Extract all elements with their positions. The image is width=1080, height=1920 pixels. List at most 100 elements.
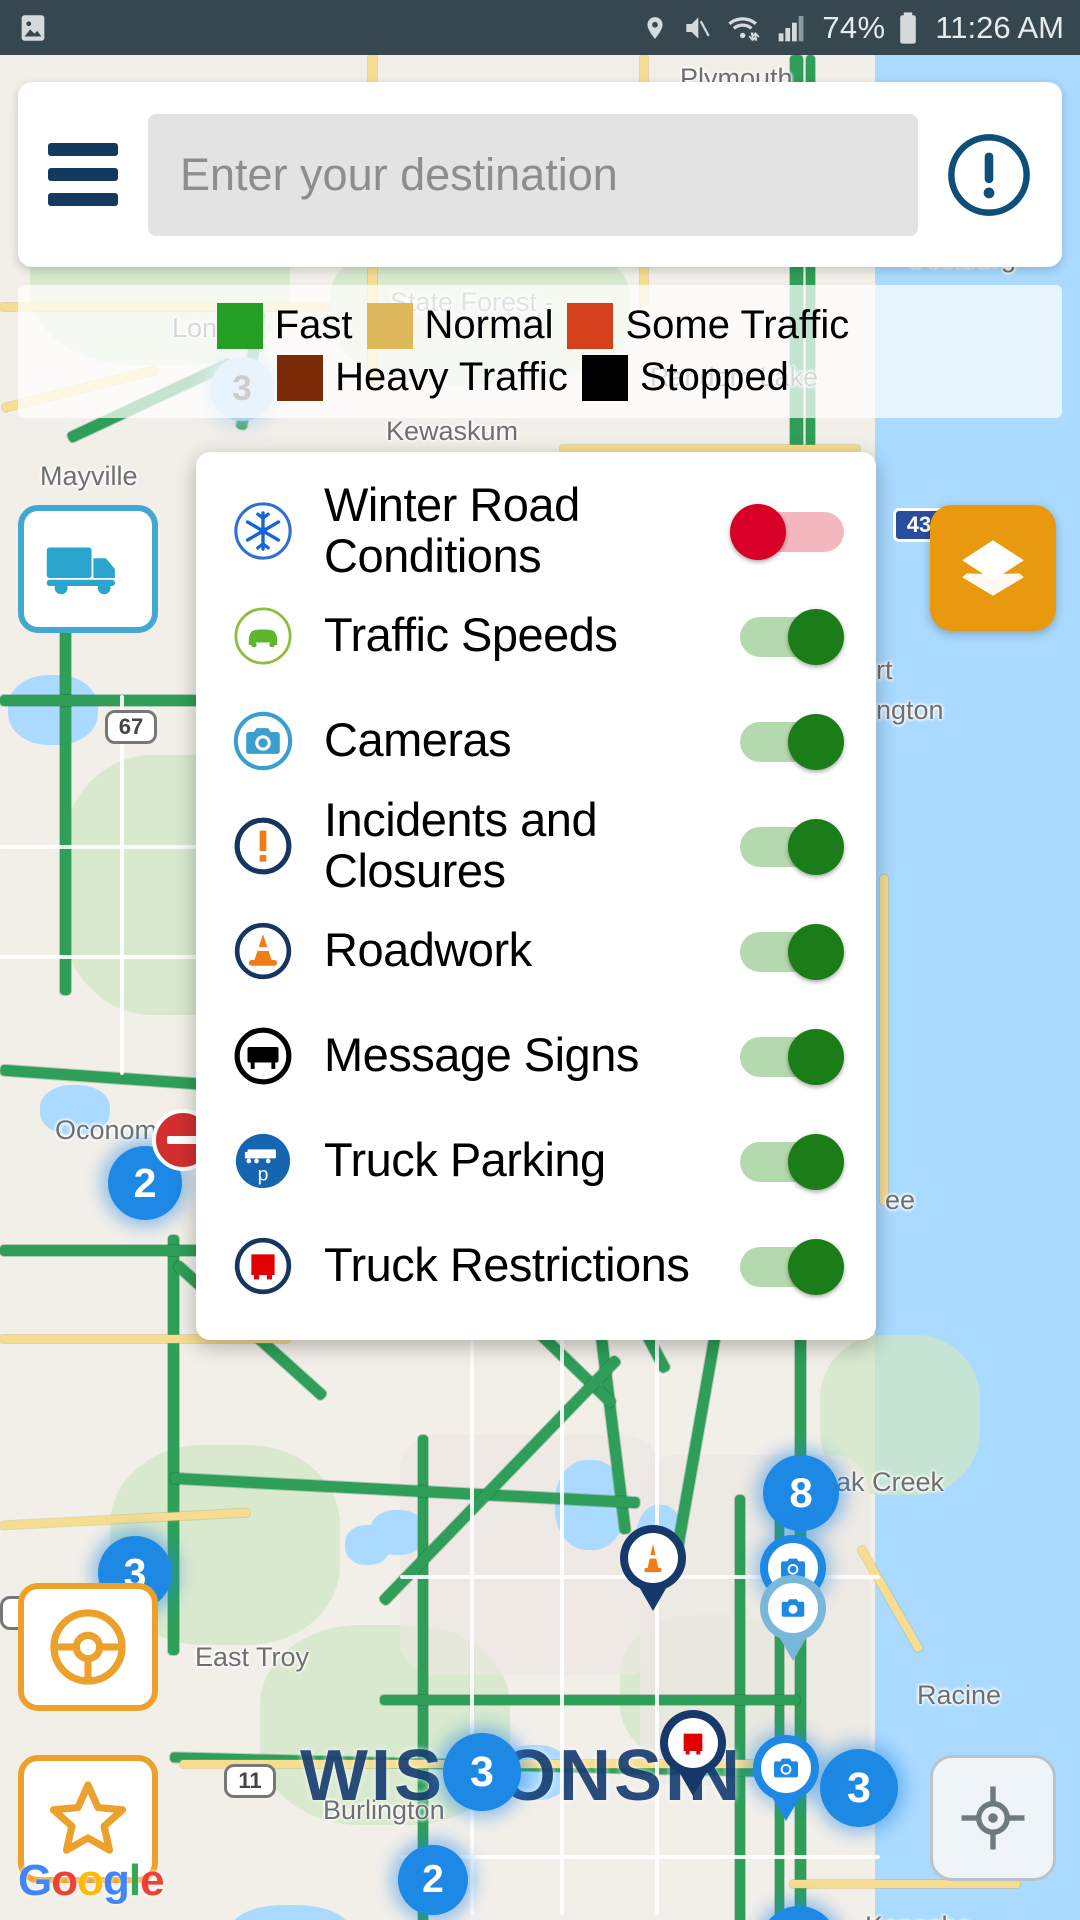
location-pin-icon (647, 16, 663, 39)
layer-row-truck-parking[interactable]: p Truck Parking (196, 1108, 876, 1213)
battery-icon (900, 11, 917, 44)
layer-row-roadwork[interactable]: Roadwork (196, 898, 876, 1003)
legend-swatch (216, 302, 263, 349)
steering-wheel-map-button[interactable] (18, 1583, 158, 1711)
destination-input[interactable] (148, 113, 918, 236)
traffic-legend: Fast Normal Some Traffic Heavy Traffic Stop… (18, 285, 1062, 418)
layer-toggle-message-signs[interactable] (734, 1028, 844, 1085)
search-card (18, 82, 1062, 267)
map-place-label: rt (876, 655, 893, 685)
layer-toggle-cameras[interactable] (734, 713, 844, 770)
layer-row-truck-restrictions[interactable]: Truck Restrictions (196, 1213, 876, 1318)
toggle-knob (788, 713, 844, 770)
layer-row-label: Cameras (324, 713, 512, 767)
map-place-label: ee (885, 1185, 916, 1215)
camera-map-pin[interactable] (753, 1735, 819, 1801)
star-icon (49, 1781, 127, 1854)
toggle-knob (788, 1238, 844, 1295)
layer-row-label: Incidents and Closures (324, 792, 598, 897)
traffic-cone-icon (628, 1533, 678, 1583)
small-lake (8, 675, 98, 745)
layer-row-label: Roadwork (324, 923, 532, 977)
legend-item: Heavy Traffic (277, 354, 582, 401)
layer-row-label: Truck Parking (324, 1133, 606, 1187)
battery-percent: 74% (822, 9, 886, 45)
my-location-button[interactable] (930, 1755, 1056, 1881)
crosshair-icon (961, 1786, 1025, 1850)
legend-row: Heavy Traffic Stopped (277, 354, 803, 401)
map-place-label: ngton (876, 695, 944, 725)
legend-swatch (581, 354, 628, 401)
small-lake (345, 1525, 390, 1565)
secondary-road (880, 875, 888, 1205)
map-place-label: Racine (917, 1680, 1002, 1710)
camera-icon (768, 1583, 818, 1633)
status-clock: 11:26 AM (935, 9, 1064, 45)
hamburger-bar (48, 168, 118, 181)
layer-row-cameras[interactable]: Cameras (196, 688, 876, 793)
legend-item: Some Traffic (567, 302, 863, 349)
map-cluster-marker[interactable]: 3 (443, 1733, 521, 1811)
small-lake (230, 1905, 350, 1920)
wifi-icon (728, 16, 760, 41)
layer-row-label: Traffic Speeds (324, 608, 618, 662)
steering-wheel-icon (50, 1609, 126, 1685)
hamburger-bar (48, 193, 118, 206)
map-cluster-marker[interactable]: 8 (763, 1455, 839, 1531)
truck-restriction-icon (226, 1235, 300, 1297)
image-icon (21, 14, 45, 41)
local-road (120, 695, 124, 1075)
legend-label: Heavy Traffic (335, 355, 568, 399)
map-cluster-marker[interactable]: 2 (398, 1845, 468, 1915)
legend-swatch (567, 302, 614, 349)
layer-row-label: Truck Restrictions (324, 1238, 690, 1292)
truck-map-button[interactable] (18, 505, 158, 633)
roadwork-map-pin[interactable] (620, 1525, 686, 1591)
camera-icon (226, 710, 300, 772)
truck-icon (46, 547, 115, 595)
highway-segment (60, 615, 71, 995)
incident-alert-icon (226, 815, 300, 877)
layer-toggle-truck-restrictions[interactable] (734, 1238, 844, 1295)
legend-label: Stopped (639, 355, 789, 399)
layer-row-message-signs[interactable]: Message Signs (196, 1003, 876, 1108)
layer-row-winter-road-conditions[interactable]: Winter Road Conditions (196, 478, 876, 583)
hamburger-menu-icon[interactable] (48, 143, 118, 206)
map-cluster-marker[interactable]: 3 (820, 1749, 898, 1827)
layer-toggle-traffic-speeds[interactable] (734, 608, 844, 665)
volume-mute-icon (686, 16, 711, 39)
toggle-knob (788, 1028, 844, 1085)
snowflake-icon (226, 500, 300, 562)
layer-toggle-roadwork[interactable] (734, 923, 844, 980)
layer-toggle-incidents-and-closures[interactable] (734, 818, 844, 875)
layers-button[interactable] (930, 505, 1056, 631)
alert-exclamation-icon[interactable] (946, 132, 1032, 218)
legend-item: Fast (216, 302, 367, 349)
layer-toggle-truck-parking[interactable] (734, 1133, 844, 1190)
camera-icon (761, 1743, 811, 1793)
map-place-label: Oconom (55, 1115, 158, 1145)
layers-stack-icon (962, 540, 1024, 596)
toggle-knob (788, 923, 844, 980)
traffic-cone-icon (226, 920, 300, 982)
map-place-label: Mayville (40, 461, 138, 491)
layer-row-label: Winter Road Conditions (324, 477, 580, 582)
local-road (400, 1855, 880, 1859)
toggle-knob (788, 818, 844, 875)
route-shield: 11 (224, 1764, 276, 1798)
layer-row-incidents-and-closures[interactable]: Incidents and Closures (196, 793, 876, 898)
legend-label: Some Traffic (625, 303, 850, 347)
truck-restriction-map-pin[interactable] (660, 1710, 726, 1776)
toggle-knob (788, 608, 844, 665)
map-place-label: Kenosha (865, 1911, 972, 1920)
hamburger-bar (48, 143, 118, 156)
car-icon (226, 605, 300, 667)
camera-map-pin[interactable] (760, 1575, 826, 1641)
layer-toggle-winter-road-conditions[interactable] (730, 503, 844, 560)
layer-row-traffic-speeds[interactable]: Traffic Speeds (196, 583, 876, 688)
truck-parking-icon: p (226, 1130, 300, 1192)
message-sign-icon (226, 1025, 300, 1087)
legend-swatch (366, 302, 413, 349)
layer-row-label: Message Signs (324, 1028, 639, 1082)
legend-row: Fast Normal Some Traffic (216, 302, 864, 349)
